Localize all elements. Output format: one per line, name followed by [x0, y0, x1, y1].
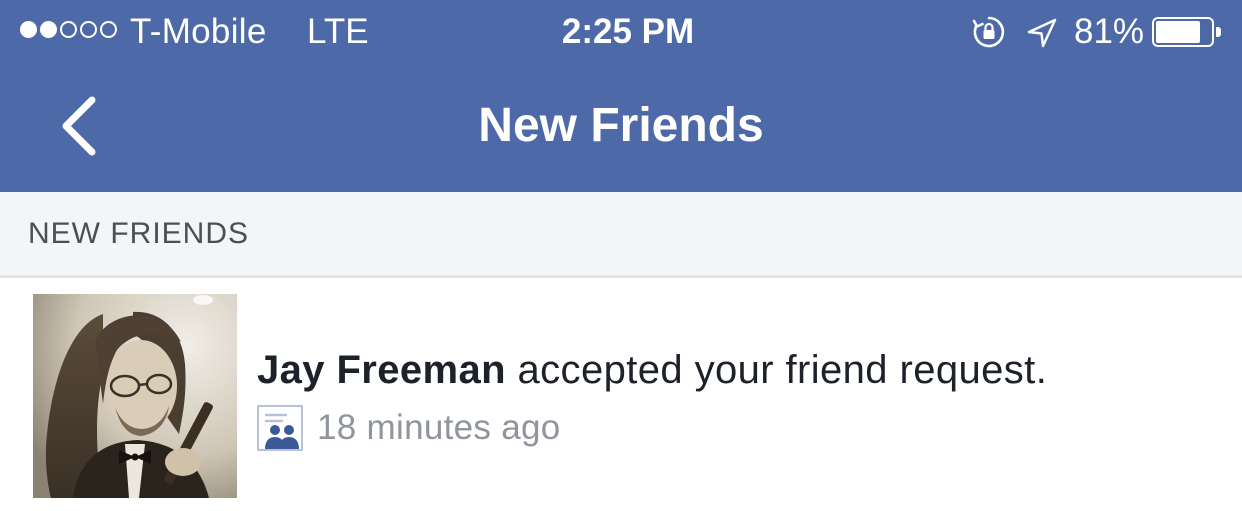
notification-timestamp: 18 minutes ago [317, 408, 561, 447]
status-bar: T-Mobile LTE 2:25 PM 81% [0, 0, 1242, 64]
rotation-lock-icon [972, 16, 1005, 48]
location-arrow-icon [1027, 18, 1057, 48]
avatar-photo [33, 294, 237, 498]
navigation-bar: New Friends [0, 64, 1242, 192]
avatar[interactable] [33, 294, 237, 498]
notification-text: Jay Freeman accepted your friend request… [257, 346, 1047, 394]
friends-icon [257, 405, 303, 451]
screen: T-Mobile LTE 2:25 PM 81% New Friends NEW… [0, 0, 1242, 511]
battery-level-fill [1156, 21, 1200, 43]
friend-name[interactable]: Jay Freeman [257, 348, 506, 392]
page-title: New Friends [478, 99, 764, 152]
notification-meta: 18 minutes ago [257, 404, 561, 452]
battery-icon [1152, 17, 1222, 47]
header: T-Mobile LTE 2:25 PM 81% New Friends [0, 0, 1242, 192]
section-title: NEW FRIENDS [28, 217, 249, 250]
battery-tip [1216, 27, 1221, 37]
section-header: NEW FRIENDS [0, 192, 1242, 278]
notification-item[interactable]: Jay Freeman accepted your friend request… [0, 278, 1242, 511]
battery-percent: 81% [1074, 12, 1145, 51]
notification-message: accepted your friend request. [517, 348, 1048, 392]
